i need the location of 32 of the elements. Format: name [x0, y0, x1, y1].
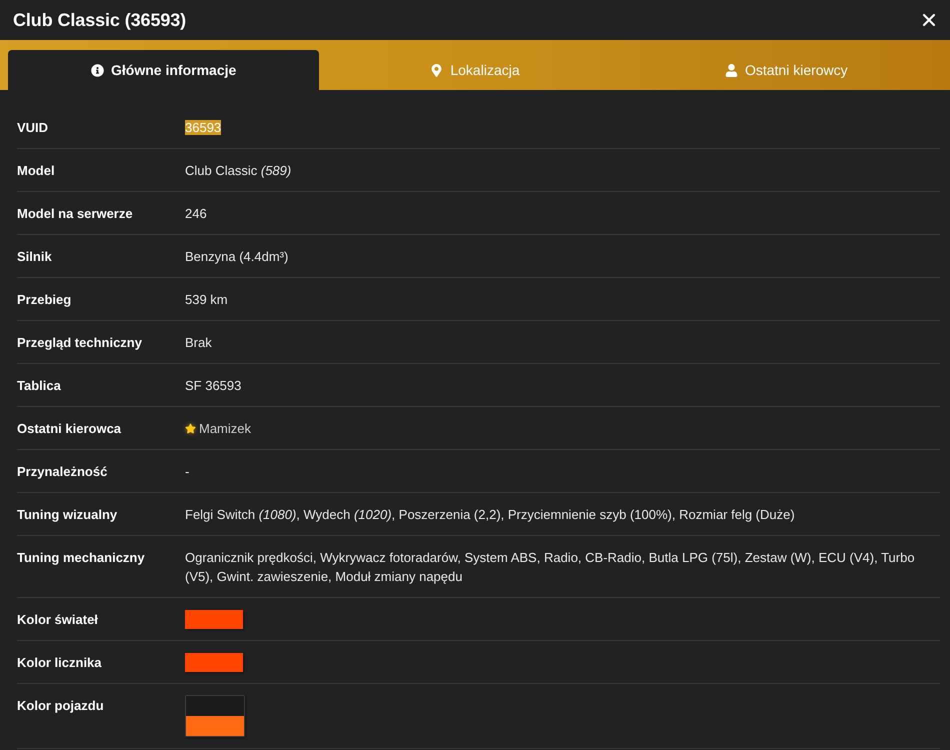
field-label: Tuning wizualny [17, 506, 118, 524]
field-label: Model na serwerze [17, 205, 134, 223]
field-label: Przynależność [17, 463, 108, 481]
user-icon [724, 64, 738, 76]
field-value: 36593 [185, 120, 222, 135]
field-label: Tablica [17, 377, 62, 395]
driver-name: Mamizek [199, 420, 252, 438]
field-label: Kolor świateł [17, 611, 99, 629]
field-label: Tuning mechaniczny [17, 549, 146, 567]
field-label: VUID [17, 119, 50, 137]
field-label: Ostatni kierowca [17, 420, 122, 438]
tab[interactable]: Ostatni kierowcy [630, 50, 942, 90]
tab[interactable]: Główne informacje [8, 50, 320, 90]
field-value: 539 km [185, 291, 229, 309]
window-title: Club Classic (36593) [13, 10, 186, 30]
tab[interactable]: Lokalizacja [319, 50, 631, 90]
field-value: Ogranicznik prędkości, Wykrywacz fotoradarów, System ABS, Radio, CB-Radio, Butla LPG (75l), Zestaw (W), ECU (V4), Turbo (V5), Gwint. zawieszenie, Moduł zmiany napędu [185, 549, 916, 586]
field-value: Benzyna (4.4dm³) [185, 248, 290, 266]
field-label: Kolor pojazdu [17, 697, 105, 715]
field-value: 246 [185, 205, 208, 223]
field-value: SF 36593 [185, 377, 242, 395]
field-label: Model [17, 162, 56, 180]
field-label: Przebieg [17, 291, 72, 309]
field-label: Silnik [17, 248, 53, 266]
map-pin-icon [430, 64, 444, 76]
field-value: Brak [185, 334, 213, 352]
field-label: Kolor licznika [17, 654, 103, 672]
field-value: Club Classic (589) [185, 162, 292, 180]
field-label: Przegląd techniczny [17, 334, 143, 352]
field-value: Felgi Switch (1080), Wydech (1020), Poszerzenia (2,2), Przyciemnienie szyb (100%), Rozmiar felg (Duże) [185, 506, 796, 524]
info-icon [91, 64, 104, 76]
field-value: - [185, 463, 190, 481]
